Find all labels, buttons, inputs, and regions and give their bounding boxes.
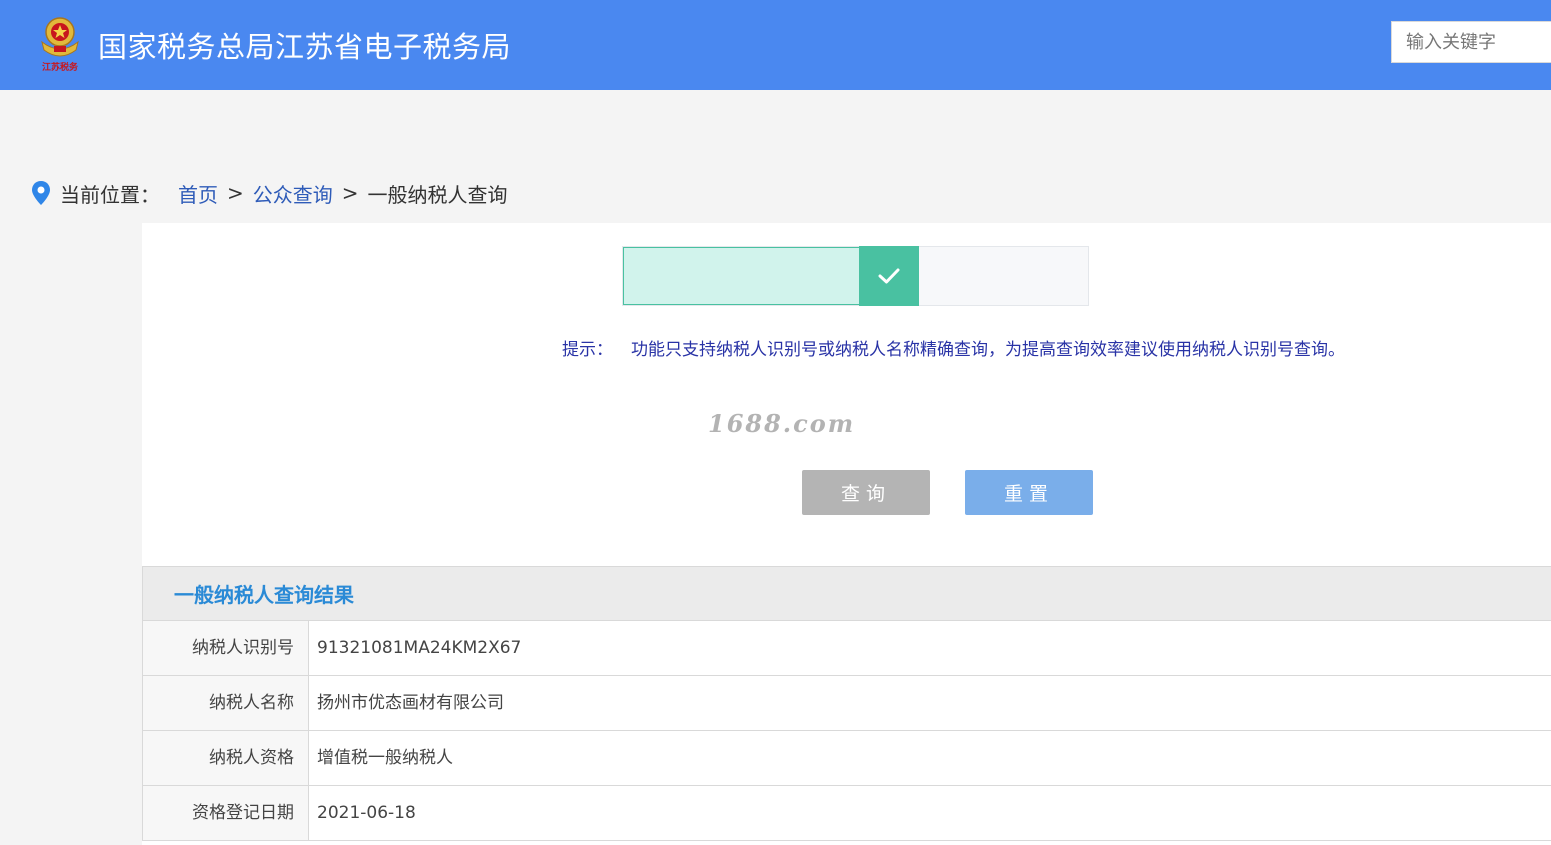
breadcrumb: 当前位置： 首页 > 公众查询 > 一般纳税人查询 xyxy=(30,178,508,208)
table-row: 纳税人名称 扬州市优态画材有限公司 xyxy=(142,676,1551,731)
row-label: 纳税人资格 xyxy=(143,731,309,785)
row-value: 91321081MA24KM2X67 xyxy=(317,638,522,658)
table-row: 纳税人资格 增值税一般纳税人 xyxy=(142,731,1551,786)
breadcrumb-home-link[interactable]: 首页 xyxy=(178,179,218,208)
breadcrumb-separator: > xyxy=(227,181,244,205)
location-pin-icon xyxy=(32,181,50,205)
site-header: 江苏税务 国家税务总局江苏省电子税务局 xyxy=(0,0,1551,90)
row-label: 纳税人识别号 xyxy=(143,621,309,675)
verify-slider[interactable] xyxy=(622,246,1089,306)
slider-handle[interactable] xyxy=(859,246,919,306)
query-panel: 提示： 功能只支持纳税人识别号或纳税人名称精确查询，为提高查询效率建议使用纳税人识… xyxy=(142,223,1551,845)
row-value: 2021-06-18 xyxy=(317,803,416,823)
breadcrumb-public-query-link[interactable]: 公众查询 xyxy=(253,179,333,208)
keyword-search-input[interactable] xyxy=(1391,21,1551,63)
breadcrumb-label: 当前位置： xyxy=(60,182,160,207)
emblem-caption: 江苏税务 xyxy=(41,63,78,73)
breadcrumb-current: 一般纳税人查询 xyxy=(367,182,508,207)
result-table: 一般纳税人查询结果 纳税人识别号 91321081MA24KM2X67 纳税人名… xyxy=(142,566,1551,841)
row-label: 纳税人名称 xyxy=(143,676,309,730)
tip-label: 提示： xyxy=(562,340,613,360)
result-title: 一般纳税人查询结果 xyxy=(142,566,1551,621)
row-label: 资格登记日期 xyxy=(143,786,309,840)
tip-text: 功能只支持纳税人识别号或纳税人名称精确查询，为提高查询效率建议使用纳税人识别号查… xyxy=(631,340,1345,360)
table-row: 资格登记日期 2021-06-18 xyxy=(142,786,1551,841)
query-tip: 提示： 功能只支持纳税人识别号或纳税人名称精确查询，为提高查询效率建议使用纳税人识… xyxy=(562,335,1345,360)
watermark: 1688.com xyxy=(708,409,856,438)
check-icon xyxy=(878,268,900,284)
row-value: 增值税一般纳税人 xyxy=(317,748,453,768)
site-title: 国家税务总局江苏省电子税务局 xyxy=(98,30,512,64)
row-value: 扬州市优态画材有限公司 xyxy=(317,693,504,713)
query-button[interactable]: 查询 xyxy=(802,470,930,515)
table-row: 纳税人识别号 91321081MA24KM2X67 xyxy=(142,621,1551,676)
breadcrumb-separator: > xyxy=(341,181,359,205)
reset-button[interactable]: 重置 xyxy=(965,470,1093,515)
